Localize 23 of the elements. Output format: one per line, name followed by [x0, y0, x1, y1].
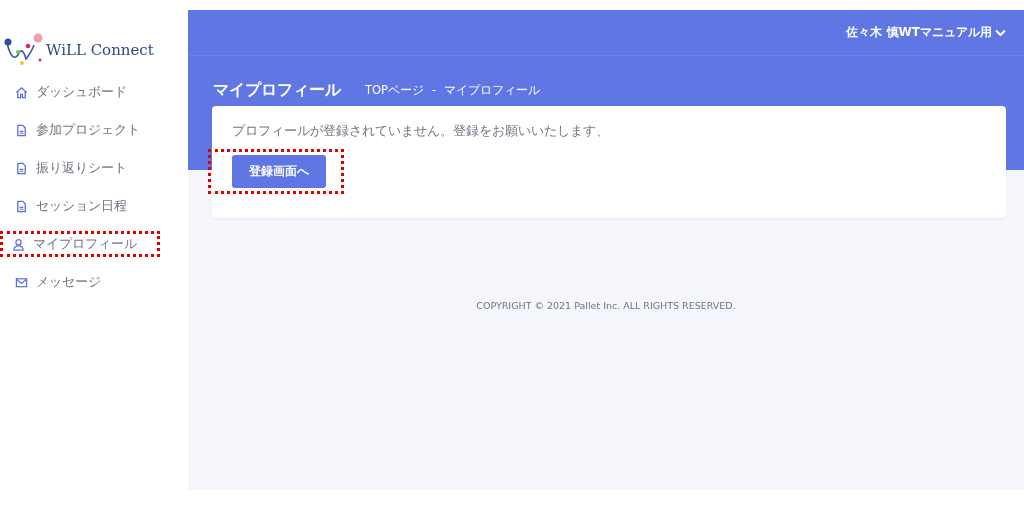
breadcrumb-link[interactable]: マイプロフィール	[444, 83, 541, 98]
card-message: プロフィールが登録されていません。登録をお願いいたします、	[232, 122, 610, 140]
document-icon	[15, 161, 28, 175]
menu-item[interactable]: 振り返りシート	[0, 155, 145, 181]
menu-item[interactable]: ダッシュボード	[0, 79, 145, 105]
mail-icon	[15, 275, 28, 289]
breadcrumb-separator: -	[432, 83, 437, 98]
logo-icon	[4, 33, 44, 67]
document-icon	[15, 123, 28, 137]
annotated-menu-item[interactable]: マイプロフィール	[0, 231, 160, 257]
register-button[interactable]: 登録画面へ	[232, 155, 326, 188]
home-icon	[15, 85, 28, 99]
menu-item[interactable]: メッセージ	[0, 269, 145, 295]
page-title: マイプロフィール	[213, 80, 341, 101]
menu-item[interactable]: 参加プロジェクト	[0, 117, 145, 143]
copyright-text: COPYRIGHT © 2021 Pallet Inc. ALL RIGHTS RESERVED.	[476, 300, 736, 311]
menu-item[interactable]: セッション日程	[0, 193, 145, 219]
breadcrumb-link[interactable]: TOPページ	[365, 83, 424, 98]
chevron-down-icon	[995, 28, 1006, 37]
document-icon	[15, 199, 28, 213]
logo-text: WiLL Connect	[46, 41, 154, 59]
user-icon	[12, 237, 25, 251]
user-menu[interactable]: 佐々木 慎WTマニュアル用	[846, 24, 1006, 41]
